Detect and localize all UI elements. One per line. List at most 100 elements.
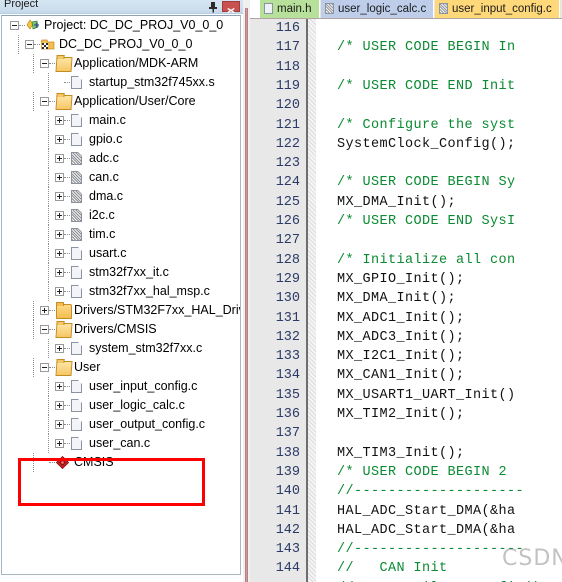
code-text: /* USER CODE BEGIN Sy: [320, 175, 516, 191]
tree-item[interactable]: Drivers/CMSIS: [2, 320, 240, 339]
editor-tab-label: user_logic_calc.c: [338, 3, 427, 15]
line-number: 128: [275, 252, 300, 268]
code-line: 117 /* USER CODE BEGIN In: [250, 38, 562, 57]
line-number: 126: [275, 214, 300, 229]
code-line: 140 //--------------------: [250, 482, 562, 501]
tree-item[interactable]: user_output_config.c: [2, 415, 240, 434]
tree-item-label: system_stm32f7xx.c: [89, 341, 203, 355]
tree-item[interactable]: Drivers/STM32F7xx_HAL_Driv: [2, 301, 240, 320]
editor-tab-bar[interactable]: main.h user_logic_calc.c user_input_config…: [250, 0, 562, 19]
tree-item[interactable]: Application/MDK-ARM: [2, 54, 240, 73]
expand-icon[interactable]: [55, 135, 64, 144]
expand-icon[interactable]: [55, 230, 64, 239]
tree-connector: [64, 348, 70, 349]
tree-item-label: Drivers/CMSIS: [74, 322, 157, 336]
code-line: 139 /* USER CODE BEGIN 2: [250, 463, 562, 482]
tree-connector: [49, 462, 55, 463]
tree-item[interactable]: Application/User/Core: [2, 92, 240, 111]
close-icon: [227, 7, 235, 14]
collapse-icon[interactable]: [40, 97, 49, 106]
line-number: 136: [275, 407, 300, 422]
tree-guide: [48, 168, 49, 187]
code-text-area[interactable]: 116 117 /* USER CODE BEGIN In 118 119 /* US…: [250, 19, 562, 582]
expand-icon[interactable]: [55, 116, 64, 125]
tree-item[interactable]: dma.c: [2, 187, 240, 206]
tree-item-label: i2c.c: [89, 208, 115, 222]
tree-item[interactable]: startup_stm32f745xx.s: [2, 73, 240, 92]
expand-icon[interactable]: [55, 154, 64, 163]
tree-item[interactable]: User: [2, 358, 240, 377]
code-text: MX_I2C1_Init();: [320, 349, 465, 365]
collapse-icon[interactable]: [40, 325, 49, 334]
editor-tab[interactable]: user_input_config.c: [435, 0, 560, 18]
tree-connector: [64, 443, 70, 444]
line-number: 139: [275, 464, 300, 480]
expand-icon[interactable]: [55, 211, 64, 220]
tree-item[interactable]: i2c.c: [2, 206, 240, 225]
panel-splitter[interactable]: [243, 0, 250, 582]
tree-item[interactable]: stm32f7xx_hal_msp.c: [2, 282, 240, 301]
folder-open-icon: [55, 57, 73, 72]
line-number: 121: [275, 117, 300, 133]
line-number: 117: [275, 40, 300, 56]
code-line: 135 MX_USART1_UART_Init(): [250, 386, 562, 405]
code-line: 129 MX_GPIO_Init();: [250, 270, 562, 289]
editor-tab[interactable]: main.h: [260, 0, 320, 18]
expand-icon[interactable]: [55, 249, 64, 258]
expand-icon[interactable]: [40, 306, 49, 315]
tree-connector: [34, 44, 40, 45]
expand-icon[interactable]: [55, 382, 64, 391]
code-line: 143 //--------------------: [250, 540, 562, 559]
tree-item[interactable]: user_input_config.c: [2, 377, 240, 396]
tree-item[interactable]: can.c: [2, 168, 240, 187]
collapse-icon[interactable]: [40, 59, 49, 68]
project-tree[interactable]: Project: DC_DC_PROJ_V0_0_0 DC_DC_PROJ_V0_…: [1, 15, 241, 575]
tree-item[interactable]: user_logic_calc.c: [2, 396, 240, 415]
collapse-icon[interactable]: [40, 363, 49, 372]
file-built-icon: [325, 3, 334, 14]
editor-tab[interactable]: user_logic_calc.c: [321, 0, 435, 18]
tree-item[interactable]: usart.c: [2, 244, 240, 263]
tree-connector: [64, 158, 70, 159]
file-icon: [71, 437, 82, 450]
code-line: 119 /* USER CODE END Init: [250, 77, 562, 96]
tree-guide: [48, 434, 49, 453]
line-number: 116: [275, 21, 300, 36]
line-number: 124: [275, 175, 300, 191]
editor-tab-label: main.h: [277, 3, 312, 15]
tree-item[interactable]: adc.c: [2, 149, 240, 168]
pin-icon[interactable]: [207, 1, 219, 13]
tree-item[interactable]: main.c: [2, 111, 240, 130]
tree-item[interactable]: system_stm32f7xx.c: [2, 339, 240, 358]
code-line: 120: [250, 96, 562, 115]
collapse-icon[interactable]: [25, 40, 34, 49]
folder-icon: [56, 302, 72, 319]
tree-item[interactable]: gpio.c: [2, 130, 240, 149]
tree-item[interactable]: user_can.c: [2, 434, 240, 453]
expand-icon[interactable]: [55, 401, 64, 410]
expand-icon[interactable]: [55, 268, 64, 277]
close-panel-button[interactable]: [222, 1, 240, 14]
collapse-icon[interactable]: [10, 21, 19, 30]
tree-item[interactable]: DC_DC_PROJ_V0_0_0: [2, 35, 240, 54]
code-line: 121 /* Configure the syst: [250, 116, 562, 135]
expand-icon[interactable]: [55, 287, 64, 296]
tree-item-label: startup_stm32f745xx.s: [89, 75, 215, 89]
expand-icon[interactable]: [55, 439, 64, 448]
tree-connector: [49, 329, 55, 330]
editor-tab-label: user_input_config.c: [452, 3, 552, 15]
tree-item[interactable]: Project: DC_DC_PROJ_V0_0_0: [2, 16, 240, 35]
expand-icon[interactable]: [55, 420, 64, 429]
tree-item[interactable]: CMSIS: [2, 453, 240, 472]
expand-icon[interactable]: [55, 344, 64, 353]
project-panel-titlebar: Project: [0, 0, 243, 14]
tree-item-label: stm32f7xx_it.c: [89, 265, 169, 279]
target-icon: [40, 38, 55, 51]
code-line: 134 MX_CAN1_Init();: [250, 366, 562, 385]
tree-item[interactable]: tim.c: [2, 225, 240, 244]
expand-icon[interactable]: [55, 192, 64, 201]
expand-icon[interactable]: [55, 173, 64, 182]
tree-item[interactable]: stm32f7xx_it.c: [2, 263, 240, 282]
tree-guide: [48, 282, 49, 301]
line-number: 120: [275, 98, 300, 114]
